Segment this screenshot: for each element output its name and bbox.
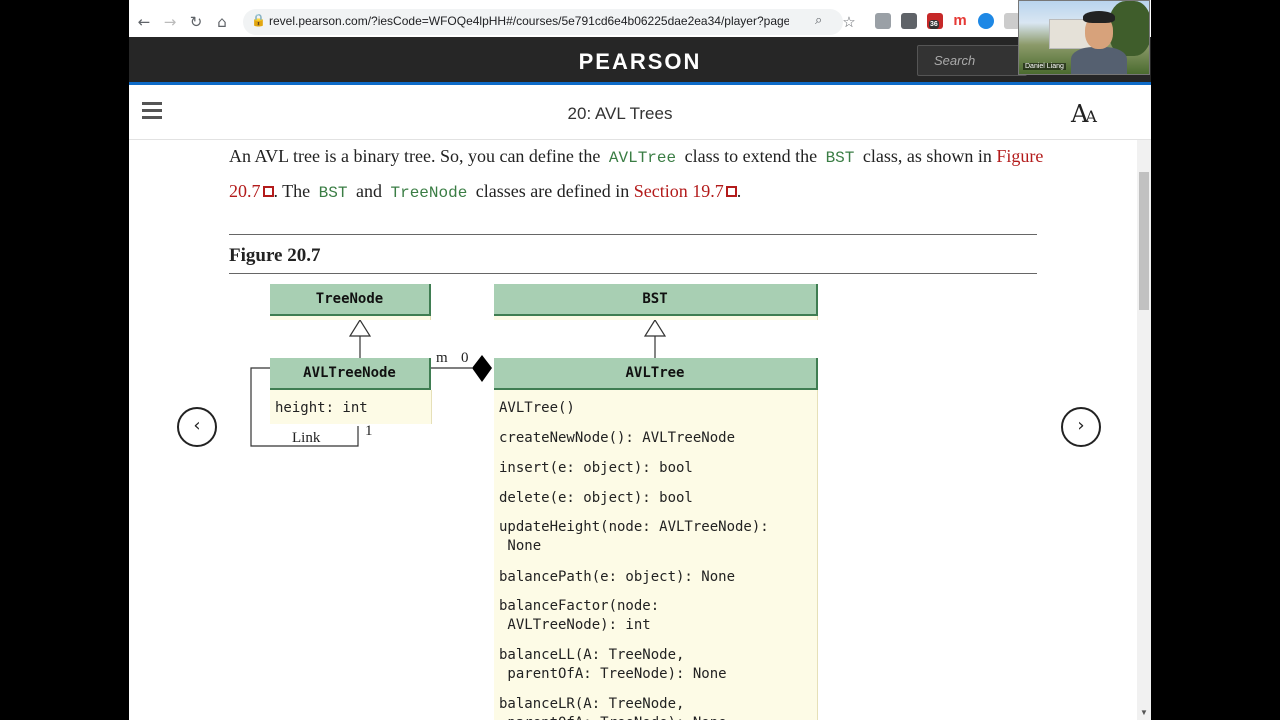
extension-icon[interactable] bbox=[875, 13, 891, 29]
avltree-method: balanceLR(A: TreeNode, parentOfA: TreeNo… bbox=[499, 696, 727, 720]
uml-avltree-header: AVLTree bbox=[494, 358, 818, 390]
scroll-down-arrow-icon[interactable]: ▼ bbox=[1140, 708, 1148, 717]
uml-treenode-header: TreeNode bbox=[270, 284, 431, 316]
webcam-person-body bbox=[1071, 47, 1127, 74]
avltree-method: updateHeight(node: AVLTreeNode): None bbox=[499, 519, 769, 554]
reload-icon[interactable]: ↻ bbox=[185, 11, 207, 33]
scrollbar-thumb[interactable] bbox=[1139, 172, 1149, 310]
webcam-overlay: Daniel Liang bbox=[1018, 0, 1150, 75]
prev-page-button[interactable]: ‹ bbox=[177, 407, 217, 447]
url-text[interactable]: revel.pearson.com/?iesCode=WFOQe4lpHH#/c… bbox=[269, 14, 789, 28]
uml-bst-header: BST bbox=[494, 284, 818, 316]
avltree-method: balanceLL(A: TreeNode, parentOfA: TreeNo… bbox=[499, 647, 727, 682]
scrollbar[interactable]: ▼ bbox=[1137, 140, 1151, 720]
webcam-name-tag: Daniel Liang bbox=[1023, 63, 1066, 70]
uml-bst-body bbox=[494, 316, 818, 320]
next-page-button[interactable]: › bbox=[1061, 407, 1101, 447]
webcam-person-hair bbox=[1083, 11, 1115, 23]
treenode-inheritance-arrow bbox=[348, 318, 372, 337]
chapter-bar: 20: AVL Trees AA bbox=[129, 88, 1151, 140]
extension-m-icon[interactable]: m bbox=[952, 13, 968, 29]
avltree-method: delete(e: object): bool bbox=[499, 490, 693, 506]
extension-badge-icon[interactable]: 36 bbox=[927, 13, 943, 29]
font-size-icon-small: A bbox=[1085, 107, 1096, 126]
address-bar[interactable]: 🔒 revel.pearson.com/?iesCode=WFOQe4lpHH#… bbox=[243, 9, 843, 35]
pearson-header: PEARSON bbox=[129, 37, 1151, 85]
search-input[interactable] bbox=[918, 46, 1026, 75]
avltree-method: insert(e: object): bool bbox=[499, 460, 693, 476]
browser-window: ← → ↻ ⌂ 🔒 revel.pearson.com/?iesCode=WFO… bbox=[129, 0, 1151, 720]
multiplicity-1: 1 bbox=[365, 423, 373, 439]
avltree-method: createNewNode(): AVLTreeNode bbox=[499, 430, 736, 446]
lock-icon: 🔒 bbox=[251, 13, 266, 27]
search-box[interactable] bbox=[917, 45, 1027, 76]
uml-avltreenode-body: height: int bbox=[270, 390, 432, 424]
extension-blue-icon[interactable] bbox=[978, 13, 994, 29]
reading-content: An AVL tree is a binary tree. So, you ca… bbox=[129, 140, 1137, 720]
avltreenode-field: height: int bbox=[275, 400, 368, 416]
bookmark-star-icon[interactable]: ☆ bbox=[838, 11, 860, 33]
back-icon[interactable]: ← bbox=[133, 11, 155, 33]
avltree-method: balancePath(e: object): None bbox=[499, 569, 736, 585]
uml-avltreenode-header: AVLTreeNode bbox=[270, 358, 431, 390]
zoom-icon[interactable]: ⌕ bbox=[815, 13, 822, 28]
multiplicity-m: m bbox=[436, 350, 448, 366]
extension-badge-count: 36 bbox=[929, 20, 939, 29]
home-icon[interactable]: ⌂ bbox=[211, 11, 233, 33]
font-size-icon-large: A bbox=[1071, 100, 1088, 128]
avltree-method: balanceFactor(node: AVLTreeNode): int bbox=[499, 598, 660, 633]
composition-diamond bbox=[472, 355, 492, 382]
chapter-title: 20: AVL Trees bbox=[567, 104, 673, 123]
forward-icon[interactable]: → bbox=[159, 11, 181, 33]
uml-treenode-body bbox=[270, 316, 431, 320]
link-label: Link bbox=[292, 430, 321, 446]
font-size-icon[interactable]: AA bbox=[1071, 100, 1097, 128]
multiplicity-0: 0 bbox=[461, 350, 469, 366]
avltree-method: AVLTree() bbox=[499, 400, 575, 416]
uml-avltree-body: AVLTree() createNewNode(): AVLTreeNode i… bbox=[494, 390, 818, 720]
extension-puzzle-icon[interactable] bbox=[901, 13, 917, 29]
bst-inheritance-arrow bbox=[643, 318, 667, 337]
